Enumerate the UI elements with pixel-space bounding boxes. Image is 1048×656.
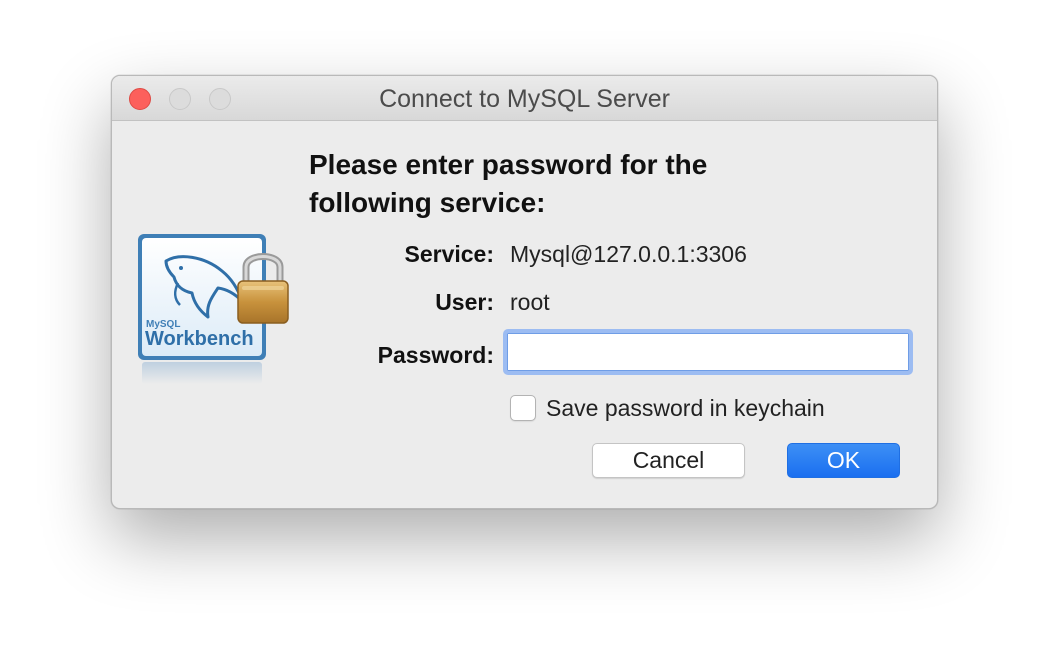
service-label: Service: bbox=[404, 241, 494, 267]
mysql-workbench-lock-icon: MySQL Workbench bbox=[138, 234, 289, 384]
save-in-keychain-checkbox[interactable] bbox=[510, 395, 536, 421]
password-label: Password: bbox=[377, 342, 494, 368]
svg-text:Workbench: Workbench bbox=[145, 328, 254, 350]
save-in-keychain-option[interactable]: Save password in keychain bbox=[510, 394, 825, 422]
prompt-heading: Please enter password for the following … bbox=[309, 146, 829, 222]
user-value: root bbox=[510, 289, 550, 315]
window-title: Connect to MySQL Server bbox=[379, 85, 670, 113]
title-bar[interactable]: Connect to MySQL Server bbox=[112, 76, 937, 121]
save-in-keychain-label[interactable]: Save password in keychain bbox=[546, 395, 825, 422]
user-label: User: bbox=[435, 289, 494, 315]
service-value: Mysql@127.0.0.1:3306 bbox=[510, 241, 747, 267]
password-input[interactable] bbox=[503, 329, 913, 375]
connect-dialog: Connect to MySQL Server Please enter pas… bbox=[111, 75, 938, 509]
desktop-background: Connect to MySQL Server Please enter pas… bbox=[0, 0, 1048, 656]
prompt-line-1: Please enter password for the bbox=[309, 149, 708, 180]
ok-button[interactable]: OK bbox=[787, 443, 900, 478]
cancel-button[interactable]: Cancel bbox=[592, 443, 745, 478]
prompt-line-2: following service: bbox=[309, 187, 546, 218]
